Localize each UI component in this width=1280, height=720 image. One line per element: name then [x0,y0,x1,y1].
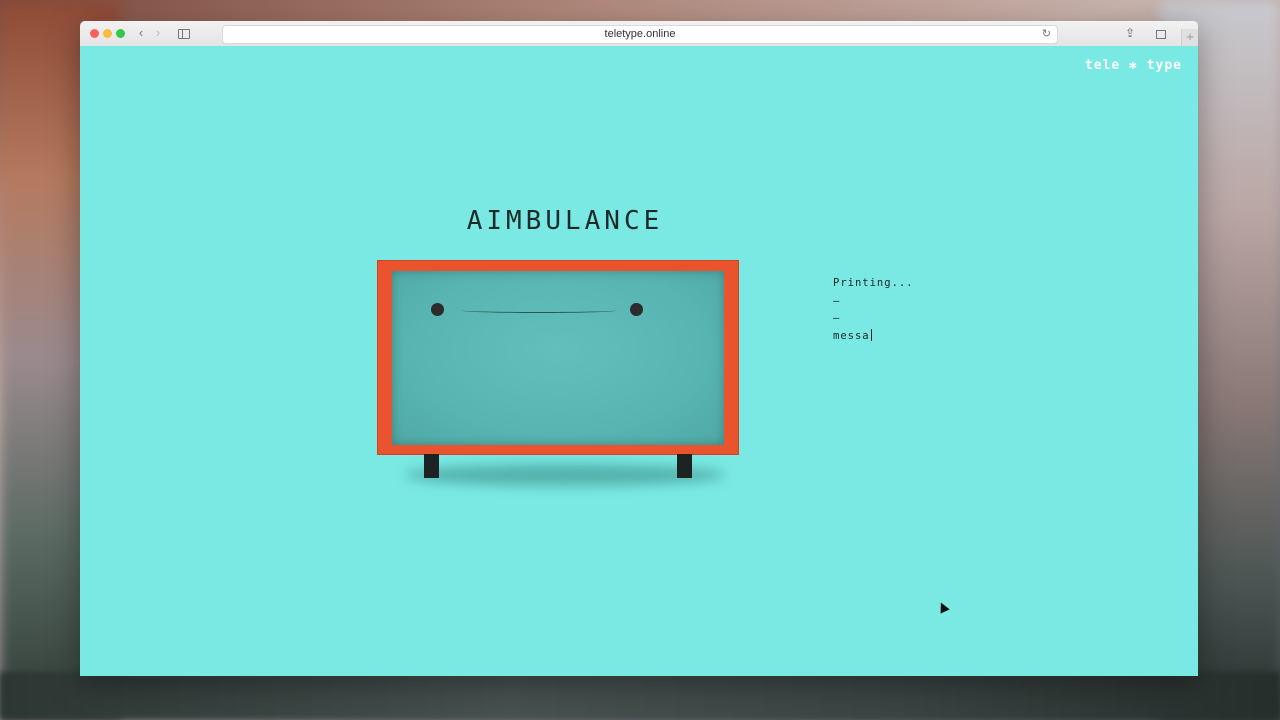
url-text: teletype.online [604,28,676,40]
close-window-button[interactable] [90,29,99,38]
browser-toolbar: ‹ › teletype.online ↻ ⇪ + [80,21,1198,47]
share-icon[interactable]: ⇪ [1125,26,1135,41]
forward-icon[interactable]: › [150,25,166,41]
device-leg-right [677,454,692,478]
teletype-logo[interactable]: tele ✱ type [1085,58,1182,73]
browser-window: ‹ › teletype.online ↻ ⇪ + tele ✱ type AI… [80,21,1198,676]
reload-icon[interactable]: ↻ [1042,26,1051,43]
tab-overview-icon[interactable] [1156,30,1166,39]
page-title: AIMBULANCE [466,206,664,236]
page-content: tele ✱ type AIMBULANCE Printing... – – m… [80,46,1198,676]
right-eye-icon [630,303,643,316]
sidebar-toggle-icon[interactable] [178,29,190,39]
desktop-wallpaper-bottom [0,672,1280,720]
output-line-current: messa [833,328,872,342]
left-eye-icon [431,303,444,316]
device-leg-left [424,454,439,478]
device-screen [392,271,724,445]
smile-line [462,308,616,313]
text-cursor-icon [870,328,872,341]
new-tab-button[interactable]: + [1181,29,1198,46]
output-line: Printing... [833,277,914,289]
output-line: – [833,312,841,324]
maximize-window-button[interactable] [116,29,125,38]
back-icon[interactable]: ‹ [133,25,149,41]
mouse-pointer-icon [936,600,950,614]
output-line: – [833,294,841,307]
teletype-device [377,260,739,455]
address-bar[interactable]: teletype.online ↻ [222,25,1058,44]
minimize-window-button[interactable] [103,29,112,38]
printing-output: Printing... – – messa [833,275,914,345]
